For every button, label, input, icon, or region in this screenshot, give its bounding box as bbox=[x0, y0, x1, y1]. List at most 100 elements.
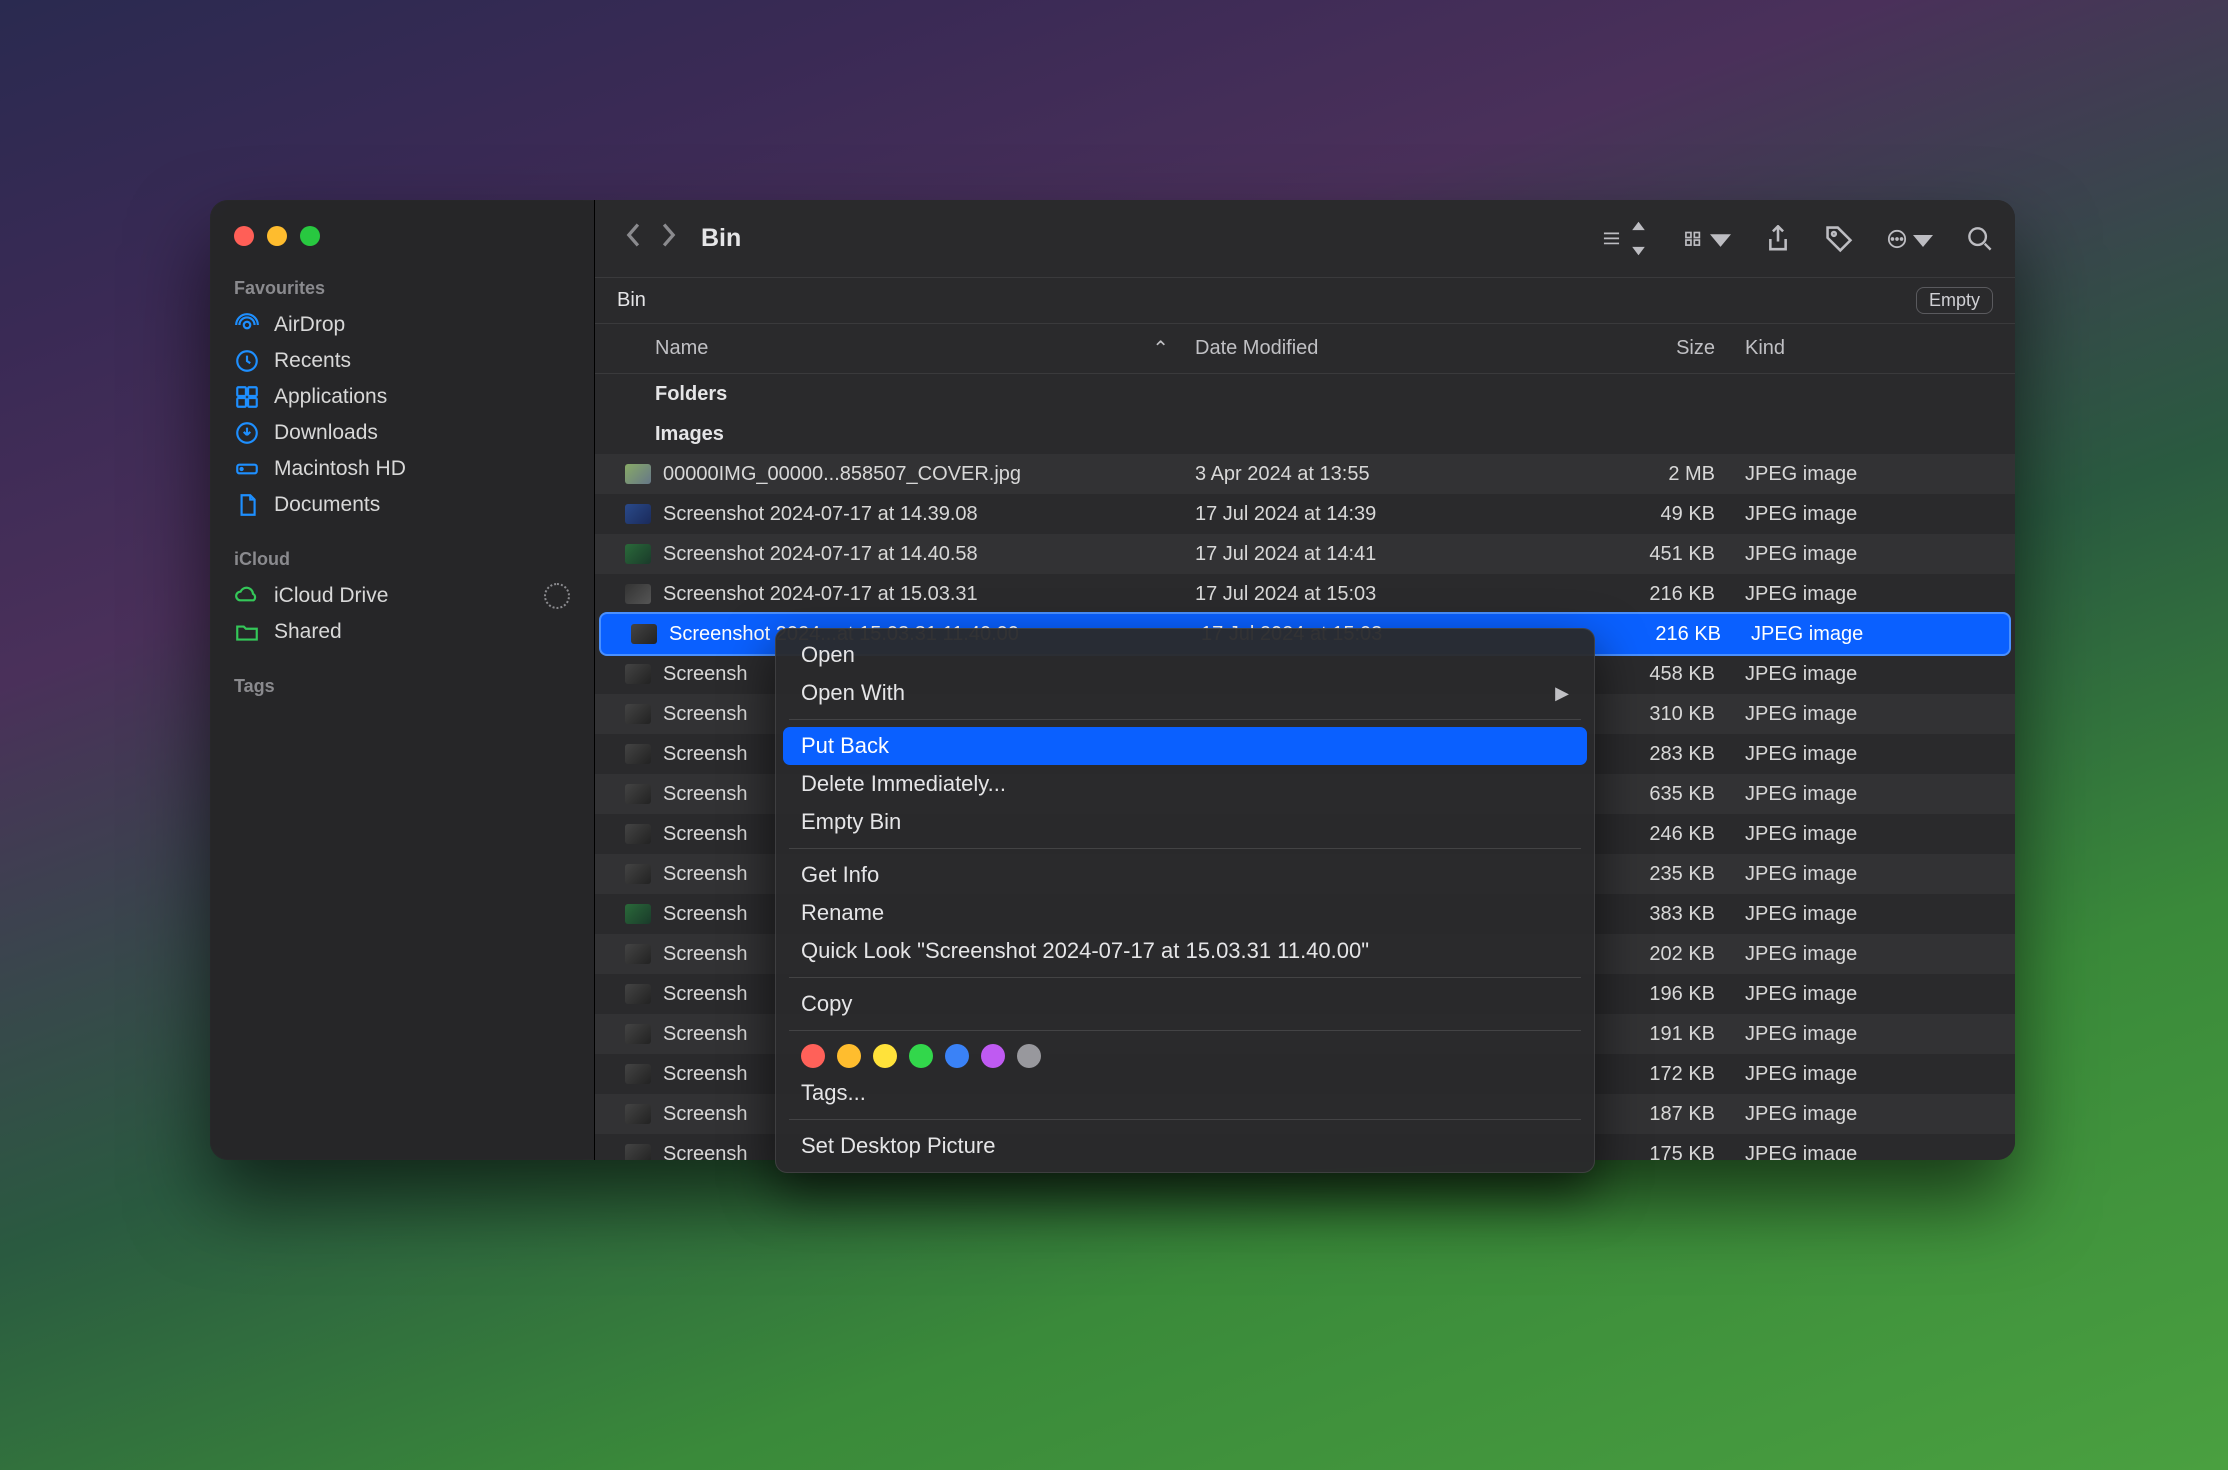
file-thumbnail-icon bbox=[625, 584, 651, 604]
menu-open[interactable]: Open bbox=[775, 636, 1595, 674]
menu-tags[interactable]: Tags... bbox=[775, 1074, 1595, 1112]
sort-indicator-icon: ⌃ bbox=[1152, 336, 1185, 361]
menu-copy[interactable]: Copy bbox=[775, 985, 1595, 1023]
file-thumbnail-icon bbox=[625, 504, 651, 524]
sidebar-label: Downloads bbox=[274, 421, 378, 445]
file-name: Screensh bbox=[663, 703, 748, 726]
group-folders: Folders bbox=[595, 374, 2015, 414]
file-date: 17 Jul 2024 at 14:39 bbox=[1185, 503, 1545, 526]
sync-status-icon bbox=[544, 583, 570, 609]
file-row[interactable]: Screenshot 2024-07-17 at 14.39.0817 Jul … bbox=[595, 494, 2015, 534]
back-button[interactable] bbox=[617, 222, 651, 255]
column-header-size[interactable]: Size bbox=[1545, 337, 1735, 360]
menu-rename[interactable]: Rename bbox=[775, 894, 1595, 932]
column-header-date[interactable]: Date Modified bbox=[1185, 337, 1545, 360]
file-kind: JPEG image bbox=[1735, 863, 2015, 886]
tag-color-dot[interactable] bbox=[873, 1044, 897, 1068]
sidebar-item-documents[interactable]: Documents bbox=[210, 487, 594, 523]
empty-bin-button[interactable]: Empty bbox=[1916, 287, 1993, 314]
sidebar-item-shared[interactable]: Shared bbox=[210, 614, 594, 650]
menu-delete-immediately[interactable]: Delete Immediately... bbox=[775, 765, 1595, 803]
file-thumbnail-icon bbox=[625, 1064, 651, 1084]
file-thumbnail-icon bbox=[625, 904, 651, 924]
file-kind: JPEG image bbox=[1735, 903, 2015, 926]
search-button[interactable] bbox=[1967, 226, 1993, 252]
share-button[interactable] bbox=[1765, 225, 1791, 253]
file-name: Screensh bbox=[663, 823, 748, 846]
menu-quick-look[interactable]: Quick Look "Screenshot 2024-07-17 at 15.… bbox=[775, 932, 1595, 970]
file-name: Screenshot 2024-07-17 at 15.03.31 bbox=[663, 583, 978, 606]
file-kind: JPEG image bbox=[1735, 1023, 2015, 1046]
sidebar-section-icloud: iCloud bbox=[210, 545, 594, 578]
sidebar-item-airdrop[interactable]: AirDrop bbox=[210, 307, 594, 343]
sidebar-section-tags: Tags bbox=[210, 672, 594, 705]
file-name: 00000IMG_00000...858507_COVER.jpg bbox=[663, 463, 1021, 486]
file-name: Screensh bbox=[663, 1103, 748, 1126]
view-list-button[interactable] bbox=[1601, 221, 1649, 256]
tag-color-dot[interactable] bbox=[1017, 1044, 1041, 1068]
file-thumbnail-icon bbox=[625, 1144, 651, 1160]
submenu-arrow-icon: ▶ bbox=[1555, 683, 1569, 704]
file-kind: JPEG image bbox=[1735, 823, 2015, 846]
sidebar-item-icloud-drive[interactable]: iCloud Drive bbox=[210, 578, 594, 614]
file-row[interactable]: 00000IMG_00000...858507_COVER.jpg3 Apr 2… bbox=[595, 454, 2015, 494]
file-kind: JPEG image bbox=[1735, 463, 2015, 486]
forward-button[interactable] bbox=[651, 222, 685, 255]
location-label: Bin bbox=[617, 289, 646, 312]
tag-color-dot[interactable] bbox=[837, 1044, 861, 1068]
file-date: 17 Jul 2024 at 15:03 bbox=[1185, 583, 1545, 606]
tag-button[interactable] bbox=[1825, 225, 1853, 253]
file-kind: JPEG image bbox=[1735, 703, 2015, 726]
file-date: 17 Jul 2024 at 14:41 bbox=[1185, 543, 1545, 566]
path-bar: Bin Empty bbox=[595, 278, 2015, 324]
action-button[interactable] bbox=[1887, 229, 1933, 249]
column-header-name[interactable]: Name ⌃ bbox=[595, 336, 1185, 361]
file-name: Screensh bbox=[663, 1063, 748, 1086]
file-name: Screensh bbox=[663, 1023, 748, 1046]
sidebar-section-favourites: Favourites bbox=[210, 274, 594, 307]
minimize-button[interactable] bbox=[267, 226, 287, 246]
menu-separator bbox=[789, 719, 1581, 720]
sidebar-item-macintosh-hd[interactable]: Macintosh HD bbox=[210, 451, 594, 487]
menu-open-with[interactable]: Open With ▶ bbox=[775, 674, 1595, 712]
file-thumbnail-icon bbox=[625, 1024, 651, 1044]
file-kind: JPEG image bbox=[1735, 943, 2015, 966]
file-kind: JPEG image bbox=[1735, 983, 2015, 1006]
menu-set-desktop[interactable]: Set Desktop Picture bbox=[775, 1127, 1595, 1165]
tag-color-dot[interactable] bbox=[909, 1044, 933, 1068]
file-name: Screensh bbox=[663, 903, 748, 926]
sidebar-label: Documents bbox=[274, 493, 380, 517]
tag-color-dot[interactable] bbox=[981, 1044, 1005, 1068]
file-name: Screensh bbox=[663, 783, 748, 806]
tag-color-dot[interactable] bbox=[801, 1044, 825, 1068]
sidebar-item-downloads[interactable]: Downloads bbox=[210, 415, 594, 451]
file-size: 49 KB bbox=[1545, 503, 1735, 526]
group-button[interactable] bbox=[1683, 228, 1731, 249]
applications-icon bbox=[234, 384, 260, 410]
tag-color-dot[interactable] bbox=[945, 1044, 969, 1068]
fullscreen-button[interactable] bbox=[300, 226, 320, 246]
sidebar: Favourites AirDrop Recents Applications … bbox=[210, 200, 595, 1160]
file-row[interactable]: Screenshot 2024-07-17 at 14.40.5817 Jul … bbox=[595, 534, 2015, 574]
file-kind: JPEG image bbox=[1735, 543, 2015, 566]
airdrop-icon bbox=[234, 312, 260, 338]
menu-put-back[interactable]: Put Back bbox=[783, 727, 1587, 765]
sidebar-item-applications[interactable]: Applications bbox=[210, 379, 594, 415]
file-row[interactable]: Screenshot 2024-07-17 at 15.03.31 17 Jul … bbox=[595, 574, 2015, 614]
file-thumbnail-icon bbox=[625, 824, 651, 844]
sidebar-item-recents[interactable]: Recents bbox=[210, 343, 594, 379]
menu-get-info[interactable]: Get Info bbox=[775, 856, 1595, 894]
file-thumbnail-icon bbox=[625, 464, 651, 484]
folder-shared-icon bbox=[234, 619, 260, 645]
file-kind: JPEG image bbox=[1735, 1103, 2015, 1126]
file-kind: JPEG image bbox=[1735, 583, 2015, 606]
menu-separator bbox=[789, 848, 1581, 849]
document-icon bbox=[234, 492, 260, 518]
menu-empty-bin[interactable]: Empty Bin bbox=[775, 803, 1595, 841]
file-thumbnail-icon bbox=[625, 704, 651, 724]
column-header-kind[interactable]: Kind bbox=[1735, 337, 2015, 360]
file-thumbnail-icon bbox=[625, 744, 651, 764]
file-kind: JPEG image bbox=[1735, 783, 2015, 806]
cloud-icon bbox=[234, 583, 260, 609]
close-button[interactable] bbox=[234, 226, 254, 246]
